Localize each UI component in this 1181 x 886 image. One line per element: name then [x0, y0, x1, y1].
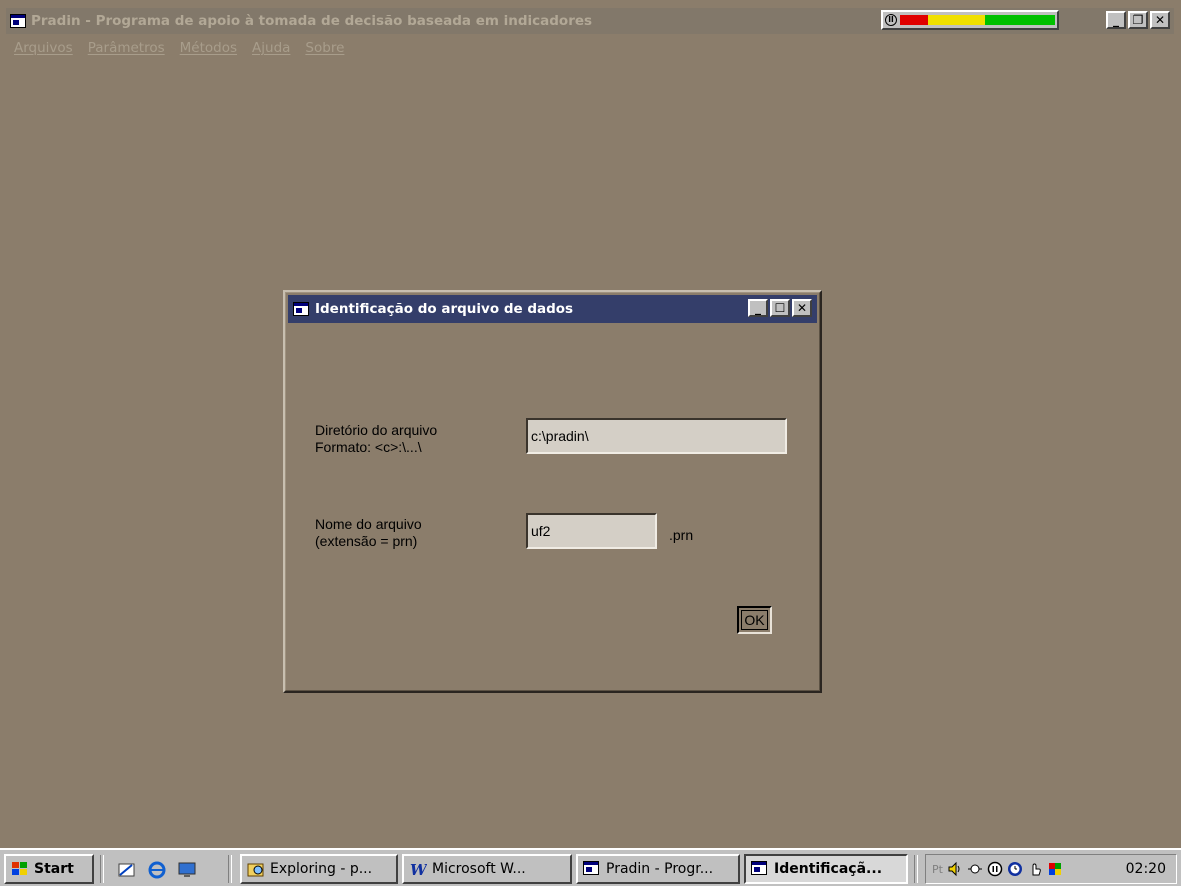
- volume-level-meter[interactable]: ll: [881, 10, 1059, 30]
- clock[interactable]: 02:20: [1126, 861, 1166, 877]
- svg-text:W: W: [410, 861, 427, 877]
- task-label: Pradin - Progr...: [606, 861, 714, 877]
- pause-icon: ll: [885, 14, 897, 26]
- directory-label: Diretório do arquivo Formato: <c>:\...\: [315, 422, 437, 456]
- speaker-icon[interactable]: [947, 861, 963, 877]
- taskbar-task-identificacao[interactable]: Identificaçã...: [744, 854, 908, 884]
- show-desktop-icon[interactable]: [178, 861, 196, 883]
- restore-button[interactable]: ❐: [1128, 11, 1148, 29]
- minimize-button[interactable]: _: [1106, 11, 1126, 29]
- clock-app-icon[interactable]: [1007, 861, 1023, 877]
- start-button[interactable]: Start: [4, 854, 94, 884]
- menu-sobre[interactable]: Sobre: [305, 40, 344, 56]
- hand-pointer-icon[interactable]: [1027, 861, 1043, 877]
- filename-label: Nome do arquivo (extensão = prn): [315, 516, 422, 550]
- internet-explorer-icon[interactable]: [148, 861, 166, 883]
- main-window-title-bar[interactable]: Pradin - Programa de apoio à tomada de d…: [6, 8, 1174, 34]
- dialog-title-bar[interactable]: Identificação do arquivo de dados _ ☐ ✕: [288, 295, 817, 323]
- file-identification-dialog: Identificação do arquivo de dados _ ☐ ✕ …: [283, 290, 822, 693]
- app-window-icon: [293, 302, 309, 316]
- system-tray: Pt 02:20: [925, 854, 1177, 884]
- app-window-icon: [583, 861, 601, 877]
- taskbar-task-exploring[interactable]: Exploring - p...: [240, 854, 398, 884]
- network-icon[interactable]: [967, 861, 983, 877]
- filename-input[interactable]: [526, 513, 657, 549]
- directory-format-hint: Formato: <c>:\...\: [315, 439, 422, 455]
- filename-extension-hint: (extensão = prn): [315, 533, 418, 549]
- task-label: Exploring - p...: [270, 861, 373, 877]
- task-label: Microsoft W...: [432, 861, 526, 877]
- directory-label-line1: Diretório do arquivo: [315, 422, 438, 438]
- dialog-close-button[interactable]: ✕: [792, 299, 812, 317]
- windows-logo-icon: [11, 861, 29, 877]
- menu-arquivos[interactable]: Arquivos: [14, 40, 73, 56]
- menu-ajuda[interactable]: Ajuda: [252, 40, 290, 56]
- pause-circle-icon[interactable]: [987, 861, 1003, 877]
- app-window-icon: [751, 861, 769, 877]
- app-window-icon: [10, 14, 26, 28]
- taskbar: Start Exploring - p... W Microsoft W... …: [0, 848, 1181, 886]
- main-window-title: Pradin - Programa de apoio à tomada de d…: [31, 13, 593, 29]
- directory-input[interactable]: [526, 418, 787, 454]
- taskbar-task-word[interactable]: W Microsoft W...: [402, 854, 572, 884]
- close-button[interactable]: ✕: [1150, 11, 1170, 29]
- menu-bar: Arquivos Parâmetros Métodos Ajuda Sobre: [14, 40, 344, 56]
- task-label: Identificaçã...: [774, 861, 883, 877]
- dialog-minimize-button[interactable]: _: [748, 299, 768, 317]
- color-squares-icon[interactable]: [1047, 861, 1063, 877]
- word-icon: W: [409, 861, 429, 879]
- filename-label-line1: Nome do arquivo: [315, 516, 422, 532]
- ok-button[interactable]: OK: [737, 606, 772, 634]
- menu-parametros[interactable]: Parâmetros: [88, 40, 165, 56]
- extension-suffix: .prn: [669, 527, 694, 543]
- start-label: Start: [34, 861, 74, 877]
- outlook-express-icon[interactable]: [118, 861, 136, 883]
- language-indicator[interactable]: Pt: [932, 863, 943, 876]
- dialog-title: Identificação do arquivo de dados: [315, 301, 574, 317]
- explorer-icon: [247, 861, 265, 877]
- dialog-maximize-button[interactable]: ☐: [770, 299, 790, 317]
- taskbar-task-pradin[interactable]: Pradin - Progr...: [576, 854, 740, 884]
- menu-metodos[interactable]: Métodos: [180, 40, 237, 56]
